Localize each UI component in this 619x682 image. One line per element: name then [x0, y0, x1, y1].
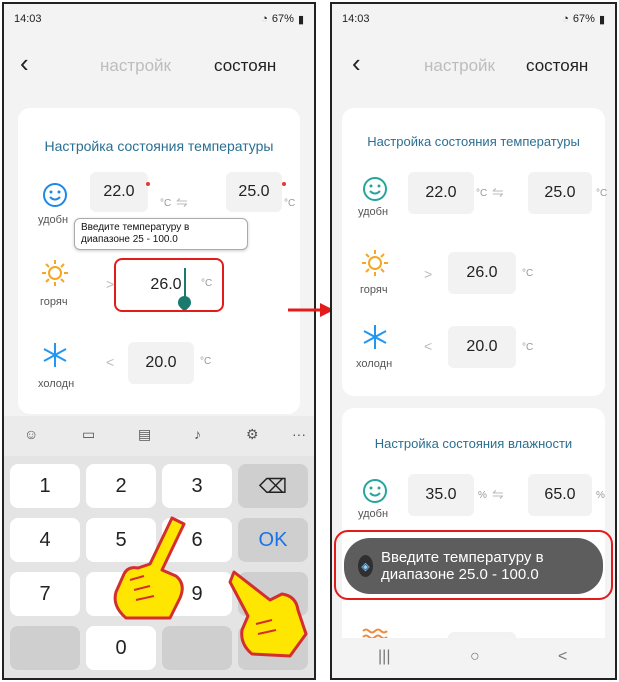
card-title: Настройка состояния температуры	[367, 134, 580, 149]
row-label-comfortable: удобн	[358, 206, 389, 218]
phone-screen-right: 14:03 ◔ 67% ▮ ‹ настройк состоян Настройка…	[330, 2, 617, 680]
snowflake-icon	[40, 340, 70, 370]
recent-apps-button[interactable]: |||	[378, 648, 390, 666]
swap-icon: ⇋	[492, 486, 504, 502]
key-2[interactable]: 2	[86, 464, 156, 508]
comfort-min-input[interactable]: 22.0	[90, 172, 148, 212]
comfort-max-input[interactable]: 25.0	[226, 172, 282, 212]
battery-level: 67%	[271, 13, 294, 25]
unit-label: °C	[596, 188, 608, 199]
wifi-icon: ◔	[562, 13, 569, 25]
card-title: Настройка состояния температуры	[44, 138, 274, 154]
sun-icon	[360, 248, 390, 278]
pointing-hand-icon	[228, 570, 308, 658]
home-button[interactable]: ○	[470, 648, 480, 666]
key-1[interactable]: 1	[10, 464, 80, 508]
battery-icon: ▮	[598, 13, 605, 26]
row-label-comfortable: удобн	[358, 508, 389, 520]
text-edit-icon[interactable]: ▤	[138, 426, 151, 443]
system-navigation-bar: ||| ○ <	[332, 638, 615, 678]
less-than-icon: <	[424, 338, 433, 354]
blank-key[interactable]	[162, 626, 232, 670]
emoji-icon[interactable]: ☺	[24, 426, 38, 442]
unit-label: °C	[284, 198, 296, 209]
gear-icon[interactable]: ⚙	[246, 426, 259, 443]
status-bar: 14:03 ◔ 67% ▮	[4, 4, 314, 34]
swap-icon: ⇋	[492, 184, 504, 200]
battery-level: 67%	[572, 13, 595, 25]
cold-value-input[interactable]: 20.0	[128, 342, 194, 384]
smile-icon	[360, 174, 390, 204]
unit-label: °C	[522, 268, 534, 279]
transition-arrow-icon	[288, 303, 334, 317]
less-than-icon: <	[106, 354, 115, 370]
row-label-cold: холодн	[38, 378, 75, 390]
error-dot	[146, 182, 150, 186]
comfort-max-input[interactable]: 25.0	[528, 172, 592, 214]
tab-state[interactable]: состоян	[526, 56, 588, 76]
clipboard-icon[interactable]: ▭	[82, 426, 95, 443]
key-3[interactable]: 3	[162, 464, 232, 508]
battery-icon: ▮	[297, 13, 304, 26]
key-7[interactable]: 7	[10, 572, 80, 616]
back-arrow-icon[interactable]: ‹	[352, 50, 361, 76]
row-label-cold: холодн	[356, 358, 393, 370]
humidity-card: Настройка состояния влажности удобн 35.0…	[342, 408, 605, 662]
microphone-icon[interactable]: ♪	[194, 426, 201, 442]
humidity-max-input[interactable]: 65.0	[528, 474, 592, 516]
smile-icon	[40, 180, 70, 210]
key-4[interactable]: 4	[10, 518, 80, 562]
comfort-min-input[interactable]: 22.0	[408, 172, 474, 214]
hot-value-input[interactable]: 26.0	[448, 252, 516, 294]
sun-icon	[40, 258, 70, 288]
swap-icon: ⇋	[176, 194, 188, 210]
humidity-min-input[interactable]: 35.0	[408, 474, 474, 516]
temperature-card: Настройка состояния температуры удобн 22…	[18, 108, 300, 414]
tab-settings[interactable]: настройк	[100, 56, 171, 76]
status-bar: 14:03 ◔ 67% ▮	[332, 4, 615, 34]
top-navigation: ‹ настройк состоян	[332, 46, 615, 86]
unit-label: °C	[200, 356, 212, 367]
tab-settings[interactable]: настройк	[424, 56, 495, 76]
pointing-hand-icon	[113, 516, 186, 620]
keyboard-toolbar: ☺ ▭ ▤ ♪ ⚙ ···	[4, 416, 314, 456]
card-title: Настройка состояния влажности	[374, 436, 573, 451]
highlight-frame	[114, 258, 224, 312]
blank-key[interactable]	[10, 626, 80, 670]
unit-label: °C	[160, 198, 172, 209]
tab-state[interactable]: состоян	[214, 56, 276, 76]
status-time: 14:03	[342, 13, 370, 25]
row-label-hot: горяч	[360, 284, 388, 296]
temperature-card: Настройка состояния температуры удобн 22…	[342, 108, 608, 396]
status-time: 14:03	[14, 13, 42, 25]
validation-tooltip: Введите температуру в диапазоне 25 - 100…	[74, 218, 248, 250]
unit-label: %	[596, 490, 605, 501]
row-label-hot: горяч	[40, 296, 68, 308]
top-navigation: ‹ настройк состоян	[4, 46, 314, 86]
backspace-key[interactable]: ⌫	[238, 464, 308, 508]
unit-label: %	[478, 490, 487, 501]
ok-key[interactable]: OK	[238, 518, 308, 562]
more-icon[interactable]: ···	[292, 426, 306, 442]
unit-label: °C	[476, 188, 488, 199]
greater-than-icon: >	[424, 266, 433, 282]
row-label-comfortable: удобн	[38, 214, 69, 226]
phone-screen-left: 14:03 ◔ 67% ▮ ‹ настройк состоян Настройка…	[2, 2, 316, 680]
cold-value-input[interactable]: 20.0	[448, 326, 516, 368]
back-button[interactable]: <	[558, 648, 567, 666]
error-dot	[282, 182, 286, 186]
smile-icon	[360, 476, 390, 506]
greater-than-icon: >	[106, 276, 115, 292]
snowflake-icon	[360, 322, 390, 352]
wifi-icon: ◔	[261, 13, 268, 25]
unit-label: °C	[522, 342, 534, 353]
back-arrow-icon[interactable]: ‹	[20, 50, 29, 76]
key-0[interactable]: 0	[86, 626, 156, 670]
highlight-frame	[334, 530, 613, 600]
